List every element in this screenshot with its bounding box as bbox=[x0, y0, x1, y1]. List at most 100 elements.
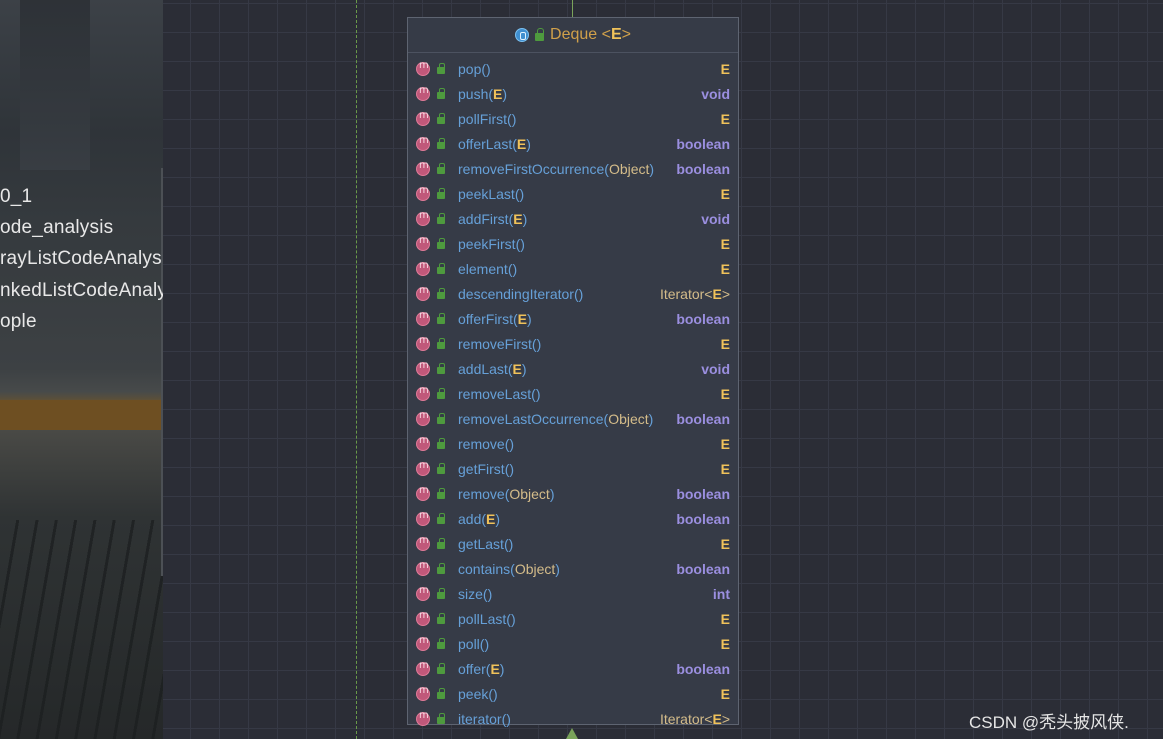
method-name: pollFirst bbox=[458, 110, 508, 127]
return-type: E bbox=[720, 385, 730, 402]
method-row[interactable]: peek() E bbox=[408, 681, 738, 706]
method-row[interactable]: offer(E) boolean bbox=[408, 656, 738, 681]
method-name: poll bbox=[458, 635, 480, 652]
lock-icon bbox=[437, 87, 445, 99]
lock-icon bbox=[437, 337, 445, 349]
method-row[interactable]: remove() E bbox=[408, 431, 738, 456]
method-row[interactable]: descendingIterator() Iterator<E> bbox=[408, 281, 738, 306]
return-type: E bbox=[720, 460, 730, 477]
method-row[interactable]: poll() E bbox=[408, 631, 738, 656]
method-name: push bbox=[458, 85, 489, 102]
sidebar-item[interactable]: nkedListCodeAnalys bbox=[0, 280, 163, 302]
method-row[interactable]: offerFirst(E) boolean bbox=[408, 306, 738, 331]
method-signature: peekLast() bbox=[458, 185, 525, 202]
method-row[interactable]: removeFirst() E bbox=[408, 331, 738, 356]
method-signature: addLast(E) bbox=[458, 360, 527, 377]
method-icon bbox=[416, 60, 430, 76]
method-row[interactable]: remove(Object) boolean bbox=[408, 481, 738, 506]
method-row[interactable]: pop() E bbox=[408, 56, 738, 81]
method-name: removeFirst bbox=[458, 335, 532, 352]
method-row[interactable]: peekLast() E bbox=[408, 181, 738, 206]
method-signature: push(E) bbox=[458, 85, 508, 102]
lock-icon bbox=[437, 362, 445, 374]
sidebar-item[interactable]: rayListCodeAnalysi bbox=[0, 248, 163, 270]
return-type: E bbox=[720, 185, 730, 202]
lock-icon bbox=[437, 587, 445, 599]
sidebar-item[interactable]: ople bbox=[0, 311, 37, 333]
class-title: Deque <E> bbox=[550, 26, 631, 43]
method-signature: removeLastOccurrence(Object) bbox=[458, 410, 654, 427]
method-name: offerFirst bbox=[458, 310, 513, 327]
method-row[interactable]: getFirst() E bbox=[408, 456, 738, 481]
sidebar-item[interactable]: ode_analysis bbox=[0, 217, 113, 239]
lock-icon bbox=[437, 262, 445, 274]
method-row[interactable]: getLast() E bbox=[408, 531, 738, 556]
lock-icon bbox=[437, 312, 445, 324]
method-row[interactable]: peekFirst() E bbox=[408, 231, 738, 256]
method-signature: size() bbox=[458, 585, 493, 602]
method-row[interactable]: push(E) void bbox=[408, 81, 738, 106]
method-icon bbox=[416, 135, 430, 151]
guide-line bbox=[356, 0, 357, 739]
method-signature: getLast() bbox=[458, 535, 514, 552]
method-icon bbox=[416, 710, 430, 726]
method-signature: iterator() bbox=[458, 710, 511, 727]
method-name: size bbox=[458, 585, 483, 602]
method-name: iterator bbox=[458, 710, 502, 727]
sidebar-item[interactable]: 0_1 bbox=[0, 186, 32, 208]
method-icon bbox=[416, 335, 430, 351]
method-row[interactable]: size() int bbox=[408, 581, 738, 606]
class-node[interactable]: Deque <E> pop()Epush(E)voidpollFirst()Eo… bbox=[407, 17, 739, 727]
method-row[interactable]: iterator() Iterator<E> bbox=[408, 706, 738, 731]
method-name: pop bbox=[458, 60, 482, 77]
method-row[interactable]: removeLastOccurrence(Object) boolean bbox=[408, 406, 738, 431]
method-name: contains bbox=[458, 560, 511, 577]
method-row[interactable]: contains(Object) boolean bbox=[408, 556, 738, 581]
method-icon bbox=[416, 210, 430, 226]
method-name: addFirst bbox=[458, 210, 509, 227]
return-type: E bbox=[720, 235, 730, 252]
project-sidebar: 0_1 ode_analysis rayListCodeAnalysi nked… bbox=[0, 0, 163, 739]
method-signature: offerLast(E) bbox=[458, 135, 531, 152]
method-row[interactable]: add(E) boolean bbox=[408, 506, 738, 531]
method-row[interactable]: removeFirstOccurrence(Object) boolean bbox=[408, 156, 738, 181]
return-type: E bbox=[720, 435, 730, 452]
return-type: E bbox=[720, 60, 730, 77]
method-name: addLast bbox=[458, 360, 508, 377]
type-param: E bbox=[712, 710, 722, 727]
background-building bbox=[20, 0, 90, 170]
method-signature: removeLast() bbox=[458, 385, 541, 402]
method-row[interactable]: addFirst(E) void bbox=[408, 206, 738, 231]
return-type: void bbox=[701, 85, 730, 102]
method-row[interactable]: removeLast() E bbox=[408, 381, 738, 406]
method-row[interactable]: offerLast(E) boolean bbox=[408, 131, 738, 156]
return-type: boolean bbox=[676, 410, 730, 427]
method-signature: pollLast() bbox=[458, 610, 516, 627]
return-type: E bbox=[720, 260, 730, 277]
background-stripe bbox=[0, 400, 163, 430]
lock-icon bbox=[437, 187, 445, 199]
method-signature: remove(Object) bbox=[458, 485, 555, 502]
method-icon bbox=[416, 185, 430, 201]
return-type: boolean bbox=[676, 135, 730, 152]
method-icon bbox=[416, 510, 430, 526]
method-signature: poll() bbox=[458, 635, 490, 652]
lock-icon bbox=[437, 562, 445, 574]
method-row[interactable]: addLast(E) void bbox=[408, 356, 738, 381]
method-row[interactable]: pollLast() E bbox=[408, 606, 738, 631]
method-row[interactable]: pollFirst() E bbox=[408, 106, 738, 131]
method-list: pop()Epush(E)voidpollFirst()EofferLast(E… bbox=[408, 53, 738, 731]
method-row[interactable]: element() E bbox=[408, 256, 738, 281]
lock-icon bbox=[437, 412, 445, 424]
class-header[interactable]: Deque <E> bbox=[408, 18, 738, 53]
lock-icon bbox=[437, 662, 445, 674]
return-type: void bbox=[701, 360, 730, 377]
method-name: remove bbox=[458, 435, 505, 452]
method-params: E bbox=[490, 660, 500, 677]
method-icon bbox=[416, 310, 430, 326]
return-type: E bbox=[720, 335, 730, 352]
return-type: boolean bbox=[676, 560, 730, 577]
method-icon bbox=[416, 110, 430, 126]
lock-icon bbox=[437, 137, 445, 149]
background-railing bbox=[0, 520, 163, 739]
